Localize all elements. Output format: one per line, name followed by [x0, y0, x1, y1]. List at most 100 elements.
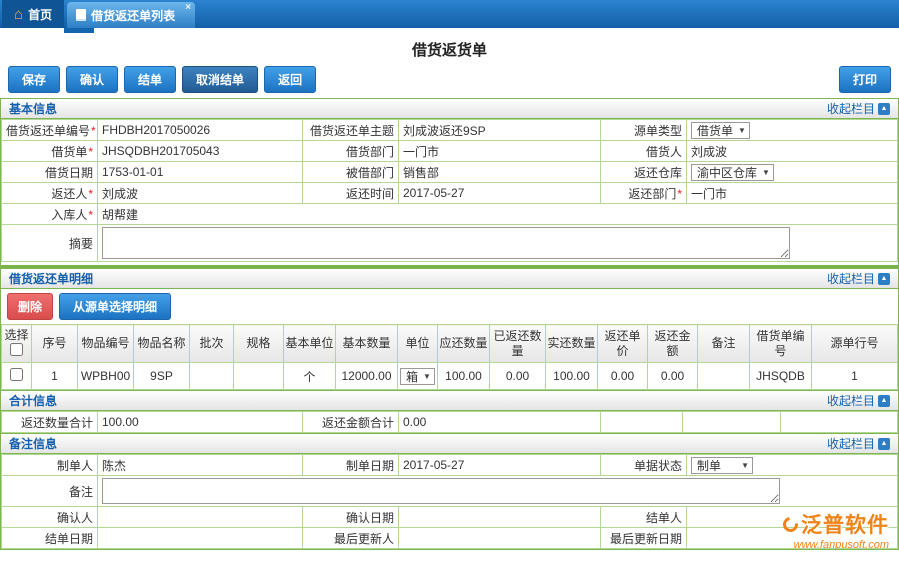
required-marker: * [88, 145, 93, 159]
empty-cell [683, 412, 781, 433]
cell-actual-qty: 100.00 [546, 363, 598, 390]
cell-seq: 1 [32, 363, 78, 390]
borrower-value: 刘成波 [687, 141, 898, 162]
source-type-cell: 借货单 ▼ [687, 120, 898, 141]
collapse-detail-link[interactable]: 收起栏目 ▲ [827, 270, 890, 287]
confirm-button[interactable]: 确认 [66, 66, 118, 93]
settler-label: 结单人 [601, 507, 687, 528]
section-detail-title: 借货返还单明细 [9, 270, 93, 287]
field-label: 借货返还单编号 [6, 124, 90, 138]
table-row: 结单日期 最后更新人 最后更新日期 [2, 528, 898, 549]
col-source-line: 源单行号 [812, 325, 898, 363]
col-actual-qty: 实还数量 [546, 325, 598, 363]
settle-date-value [98, 528, 303, 549]
qty-total-label: 返还数量合计 [2, 412, 98, 433]
table-row: 制单人 陈杰 制单日期 2017-05-27 单据状态 制单 ▼ [2, 455, 898, 476]
home-icon: ⌂ [14, 7, 23, 22]
form-content: 基本信息 收起栏目 ▲ 借货返还单编号* FHDBH2017050026 借货返… [0, 98, 899, 550]
col-returned-qty: 已返还数量 [490, 325, 546, 363]
tab-home[interactable]: ⌂ 首页 [2, 0, 64, 28]
required-marker: * [88, 187, 93, 201]
chevron-down-icon: ▼ [762, 168, 770, 177]
cell-returned-qty: 0.00 [490, 363, 546, 390]
fanpu-watermark: 泛普软件 www.fanpusoft.com [783, 509, 889, 551]
note-textarea[interactable] [102, 478, 780, 504]
unit-select[interactable]: 箱 ▼ [400, 368, 435, 385]
loan-dept-value: 一门市 [399, 141, 601, 162]
summary-textarea[interactable] [102, 227, 790, 259]
field-label: 返还部门 [628, 187, 676, 201]
detail-table: 选择 序号 物品编号 物品名称 批次 规格 基本单位 基本数量 单位 应还数量 … [1, 324, 898, 390]
loan-doc-label: 借货单* [2, 141, 98, 162]
page-title: 借货返货单 [0, 34, 899, 63]
required-marker: * [88, 208, 93, 222]
col-base-qty: 基本数量 [336, 325, 398, 363]
last-updater-value [399, 528, 601, 549]
loan-dept-label: 借货部门 [303, 141, 399, 162]
borrowed-dept-label: 被借部门 [303, 162, 399, 183]
tab-home-label: 首页 [28, 6, 52, 23]
field-label: 借货单 [51, 145, 87, 159]
delete-button[interactable]: 删除 [7, 293, 53, 320]
cancel-settle-button[interactable]: 取消结单 [182, 66, 258, 93]
borrowed-dept-value: 销售部 [399, 162, 601, 183]
status-label: 单据状态 [601, 455, 687, 476]
return-time-label: 返还时间 [303, 183, 399, 204]
note-cell [98, 476, 898, 507]
section-totals-header: 合计信息 收起栏目 ▲ [1, 390, 898, 411]
row-checkbox[interactable] [10, 368, 23, 381]
close-icon[interactable]: × [185, 3, 191, 13]
required-marker: * [91, 124, 96, 138]
collapse-label: 收起栏目 [827, 100, 875, 117]
table-row: 借货单* JHSQDBH201705043 借货部门 一门市 借货人 刘成波 [2, 141, 898, 162]
section-detail-header: 借货返还单明细 收起栏目 ▲ [1, 268, 898, 289]
col-remark: 备注 [698, 325, 750, 363]
fanpu-brand-text: 泛普软件 [801, 509, 889, 539]
status-cell: 制单 ▼ [687, 455, 898, 476]
last-updater-label: 最后更新人 [303, 528, 399, 549]
settle-button[interactable]: 结单 [124, 66, 176, 93]
collapse-icon: ▲ [878, 395, 890, 407]
tab-bar: ⌂ 首页 借货返还单列表 × [0, 0, 899, 28]
required-marker: * [677, 187, 682, 201]
source-type-select[interactable]: 借货单 ▼ [691, 122, 750, 139]
status-select[interactable]: 制单 ▼ [691, 457, 753, 474]
col-select: 选择 [2, 325, 32, 363]
chevron-down-icon: ▼ [423, 372, 431, 381]
summary-label: 摘要 [2, 225, 98, 262]
cell-base-unit: 个 [284, 363, 336, 390]
col-due-qty: 应还数量 [438, 325, 490, 363]
save-button[interactable]: 保存 [8, 66, 60, 93]
col-loan-doc-no: 借货单编号 [750, 325, 812, 363]
confirmer-label: 确认人 [2, 507, 98, 528]
summary-cell [98, 225, 898, 262]
tab-current[interactable]: 借货返还单列表 × [67, 2, 195, 28]
collapse-basic-link[interactable]: 收起栏目 ▲ [827, 100, 890, 117]
loan-date-value: 1753-01-01 [98, 162, 303, 183]
col-spec: 规格 [234, 325, 284, 363]
cell-remark [698, 363, 750, 390]
cell-source-line: 1 [812, 363, 898, 390]
pick-from-source-button[interactable]: 从源单选择明细 [59, 293, 171, 320]
select-all-checkbox[interactable] [10, 343, 23, 356]
back-button[interactable]: 返回 [264, 66, 316, 93]
cell-amount: 0.00 [648, 363, 698, 390]
collapse-label: 收起栏目 [827, 270, 875, 287]
col-item-name: 物品名称 [134, 325, 190, 363]
cell-spec [234, 363, 284, 390]
empty-cell [601, 412, 683, 433]
note-label: 备注 [2, 476, 98, 507]
warehouse-select[interactable]: 渝中区仓库 ▼ [691, 164, 774, 181]
warehouse-label: 返还仓库 [601, 162, 687, 183]
print-button[interactable]: 打印 [839, 66, 891, 93]
collapse-totals-link[interactable]: 收起栏目 ▲ [827, 392, 890, 409]
warehouse-cell: 渝中区仓库 ▼ [687, 162, 898, 183]
col-amount: 返还金额 [648, 325, 698, 363]
cell-due-qty: 100.00 [438, 363, 490, 390]
table-row: 返还数量合计 100.00 返还金额合计 0.00 [2, 412, 898, 433]
tab-indicator [64, 28, 94, 33]
fanpu-logo-icon [780, 514, 801, 535]
collapse-label: 收起栏目 [827, 435, 875, 452]
collapse-remarks-link[interactable]: 收起栏目 ▲ [827, 435, 890, 452]
fanpu-url: www.fanpusoft.com [783, 539, 889, 551]
